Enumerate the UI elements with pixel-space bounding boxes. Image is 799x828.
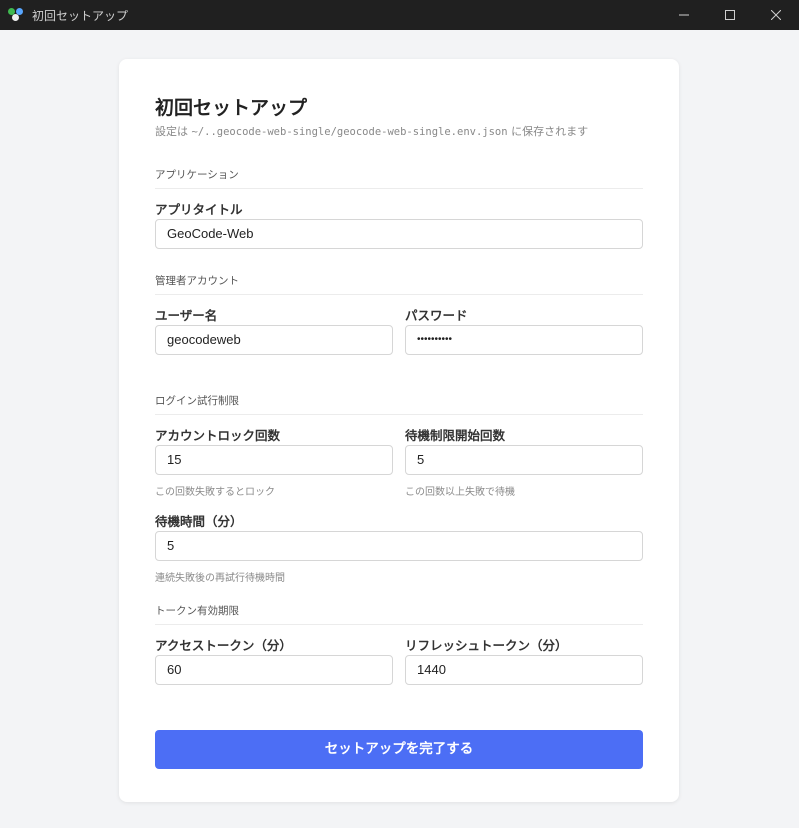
lock-count-label: アカウントロック回数	[155, 428, 281, 443]
wait-start-hint: この回数以上失敗で待機	[405, 487, 515, 498]
wait-time-hint: 連続失敗後の再試行待機時間	[155, 573, 285, 584]
wait-time-input[interactable]: 5	[155, 531, 643, 561]
password-input[interactable]: ••••••••••	[405, 325, 643, 355]
section-login-limits: ログイン試行制限	[155, 393, 643, 415]
username-label: ユーザー名	[155, 308, 218, 323]
app-title-label: アプリタイトル	[155, 202, 243, 217]
refresh-token-label: リフレッシュトークン（分）	[405, 638, 568, 653]
password-label: パスワード	[405, 308, 468, 323]
setup-card: 初回セットアップ 設定は ~/..geocode-web-single/geoc…	[119, 59, 679, 802]
window-title: 初回セットアップ	[32, 8, 129, 23]
wait-start-label: 待機制限開始回数	[405, 428, 506, 443]
maximize-button[interactable]	[707, 0, 753, 30]
wait-start-input[interactable]: 5	[405, 445, 643, 475]
close-button[interactable]	[753, 0, 799, 30]
title-bar: 初回セットアップ	[0, 0, 799, 30]
minimize-icon	[679, 14, 689, 16]
app-title-input[interactable]: GeoCode-Web	[155, 219, 643, 249]
lock-count-input[interactable]: 15	[155, 445, 393, 475]
page-title: 初回セットアップ	[155, 97, 308, 119]
minimize-button[interactable]	[661, 0, 707, 30]
section-admin: 管理者アカウント	[155, 273, 643, 295]
page-subtitle: 設定は ~/..geocode-web-single/geocode-web-s…	[155, 125, 589, 138]
maximize-icon	[725, 10, 735, 20]
close-icon	[771, 10, 781, 20]
wait-time-label: 待機時間（分）	[155, 514, 243, 529]
section-application: アプリケーション	[155, 167, 643, 189]
complete-setup-button[interactable]: セットアップを完了する	[155, 730, 643, 769]
username-input[interactable]: geocodeweb	[155, 325, 393, 355]
lock-count-hint: この回数失敗するとロック	[155, 487, 275, 498]
access-token-label: アクセストークン（分）	[155, 638, 292, 653]
section-token-expiry: トークン有効期限	[155, 603, 643, 625]
refresh-token-input[interactable]: 1440	[405, 655, 643, 685]
config-path: ~/..geocode-web-single/geocode-web-singl…	[191, 126, 508, 138]
app-icon	[8, 7, 24, 23]
access-token-input[interactable]: 60	[155, 655, 393, 685]
